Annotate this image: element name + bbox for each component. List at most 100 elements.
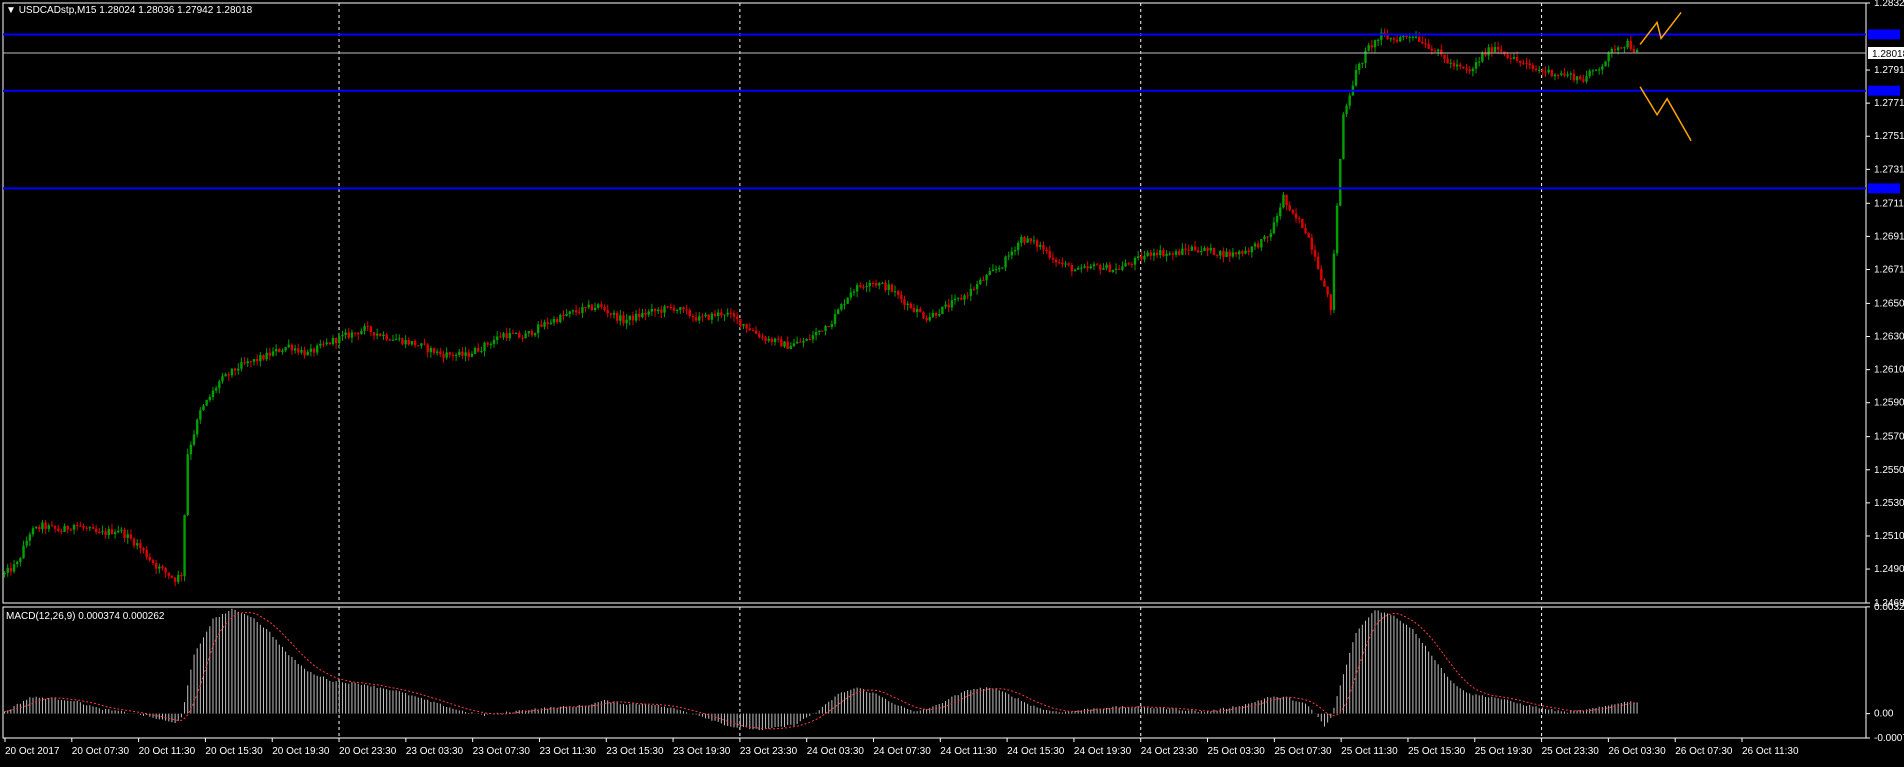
- candle-body: [770, 338, 774, 343]
- candle-body: [593, 307, 597, 311]
- candle-body: [849, 292, 853, 298]
- candle-body: [1575, 76, 1579, 81]
- level-price-tag: [1868, 85, 1900, 96]
- time-axis-label: 25 Oct 07:30: [1274, 746, 1332, 757]
- price-axis-label: 1.26105: [1874, 365, 1904, 376]
- candle-body: [224, 374, 227, 377]
- trading-chart[interactable]: 1.28320 1.27915 1.27715 1.27515 1.27315 1.271…: [0, 0, 1904, 762]
- candle-body: [94, 528, 98, 533]
- candle-body: [338, 336, 341, 344]
- candle-body: [1506, 54, 1509, 58]
- candle-body: [833, 314, 837, 324]
- candle-body: [265, 352, 268, 360]
- candle-body: [1370, 45, 1374, 48]
- candle-body: [1275, 216, 1279, 223]
- candle-body: [1171, 253, 1175, 255]
- candle-body: [6, 567, 9, 573]
- time-axis-label: 23 Oct 07:30: [473, 746, 531, 757]
- candle-body: [423, 343, 426, 345]
- candle-body: [1613, 49, 1617, 51]
- candle-body: [552, 318, 556, 323]
- candle-body: [388, 339, 392, 341]
- candle-body: [969, 288, 973, 296]
- time-axis-label: 24 Oct 19:30: [1074, 746, 1132, 757]
- bearish-projection-arrow[interactable]: [1639, 86, 1692, 142]
- candle-body: [1550, 69, 1554, 77]
- candle-body: [533, 333, 537, 336]
- chart-canvas[interactable]: 1.28320 1.27915 1.27715 1.27515 1.27315 1.271…: [0, 0, 1904, 762]
- title-dropdown-icon[interactable]: ▼: [6, 5, 16, 16]
- candle-body: [1234, 252, 1238, 255]
- candle-body: [524, 333, 527, 339]
- candle-body: [773, 338, 777, 343]
- candle-body: [1572, 73, 1576, 81]
- candle-body: [628, 315, 631, 320]
- candle-body: [786, 341, 789, 349]
- candle-body: [887, 284, 890, 290]
- candle-body: [50, 525, 54, 527]
- candle-body: [650, 308, 654, 312]
- candle-body: [227, 374, 230, 376]
- candle-body: [391, 339, 395, 341]
- candle-body: [691, 316, 695, 318]
- candle-body: [1266, 236, 1269, 238]
- candle-body: [1310, 237, 1314, 250]
- candle-body: [505, 333, 508, 339]
- candle-body: [1184, 248, 1187, 250]
- candle-body: [666, 306, 669, 308]
- candle-body: [751, 330, 755, 332]
- candle-body: [66, 526, 69, 530]
- candle-body: [47, 525, 50, 529]
- candle-body: [1399, 37, 1402, 42]
- candle-body: [1582, 79, 1585, 82]
- candle-body: [789, 346, 793, 349]
- candle-body: [1029, 238, 1033, 242]
- candle-body: [486, 342, 489, 345]
- time-axis-label: 25 Oct 19:30: [1475, 746, 1533, 757]
- macd-axis-label: 0.00: [1874, 709, 1894, 720]
- candle-body: [1490, 47, 1494, 53]
- candle-body: [1067, 263, 1070, 265]
- candle-body: [19, 558, 22, 562]
- candle-body: [325, 342, 328, 345]
- candle-body: [1358, 63, 1361, 70]
- candle-body: [922, 312, 925, 319]
- candle-body: [189, 444, 193, 455]
- candle-body: [865, 286, 868, 288]
- candle-body: [1408, 36, 1411, 38]
- candle-body: [1007, 255, 1010, 257]
- candle-body: [1433, 50, 1437, 52]
- candle-body: [57, 528, 60, 531]
- candle-body: [3, 572, 6, 575]
- time-axis-label: 25 Oct 11:30: [1341, 746, 1398, 757]
- candle-body: [1032, 240, 1036, 242]
- candle-body: [1241, 251, 1244, 254]
- candle-body: [919, 308, 922, 313]
- candle-body: [852, 291, 856, 293]
- candle-body: [1436, 49, 1440, 52]
- candle-body: [956, 297, 960, 299]
- bullish-projection-arrow[interactable]: [1639, 11, 1682, 45]
- candle-body: [701, 316, 704, 318]
- price-axis-label: 1.26305: [1874, 332, 1904, 343]
- candle-body: [398, 338, 401, 340]
- candle-body: [821, 330, 824, 332]
- candle-body: [195, 419, 199, 435]
- candle-body: [1623, 47, 1626, 49]
- candle-body: [720, 312, 723, 316]
- time-axis-label: 25 Oct 23:30: [1542, 746, 1600, 757]
- candle-body: [682, 307, 685, 310]
- level-price-tag: [1868, 29, 1900, 40]
- macd-signal-line: [4, 611, 1638, 730]
- candle-body: [622, 315, 625, 324]
- candle-body: [1629, 40, 1632, 49]
- candle-body: [1326, 286, 1329, 295]
- candle-body: [1313, 249, 1317, 257]
- candle-body: [672, 307, 676, 311]
- candle-body: [382, 334, 385, 337]
- candle-body: [707, 314, 710, 320]
- candle-body: [192, 434, 196, 445]
- candle-body: [72, 524, 76, 530]
- candle-body: [199, 410, 202, 420]
- candle-body: [1092, 264, 1096, 267]
